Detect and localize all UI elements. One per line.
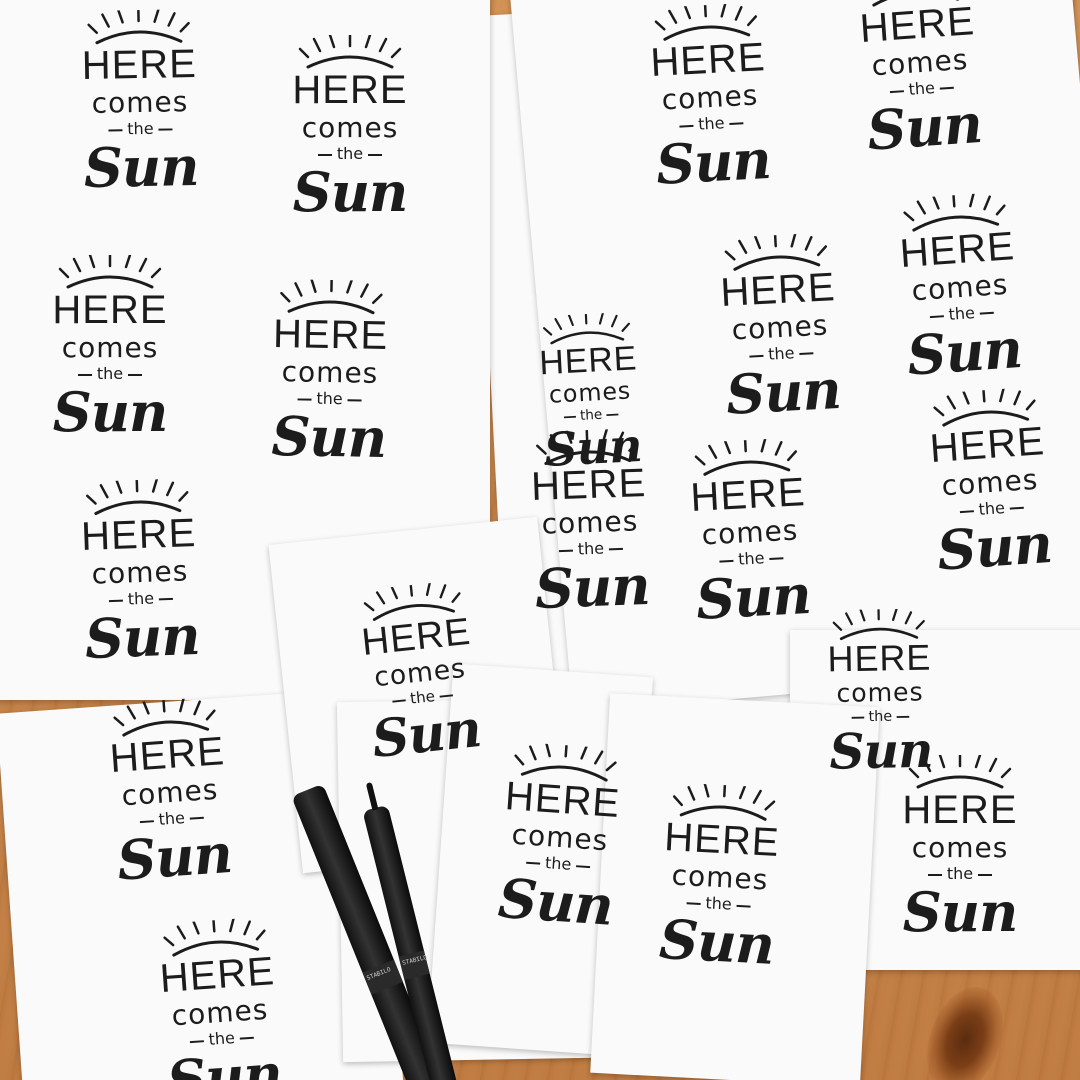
lettering-sun: Sun [292, 160, 409, 224]
lettering-here: HERE [52, 288, 168, 332]
lettering-sun: Sun [865, 90, 984, 163]
pen-brand-label: STABILO [401, 953, 428, 967]
lettering-here: HERE [827, 638, 932, 680]
lettering-sun: Sun [828, 720, 934, 781]
lettering-sun: Sun [724, 356, 843, 427]
wood-knot [913, 976, 1017, 1080]
here-comes-the-sun-lettering: HERE comes the Sun [630, 1, 790, 197]
here-comes-the-sun-lettering: HERE comes the Sun [879, 190, 1042, 388]
lettering-sun: Sun [905, 315, 1024, 388]
lettering-sun: Sun [165, 1040, 284, 1080]
lettering-sun: Sun [902, 880, 1019, 944]
lettering-here: HERE [689, 470, 807, 521]
here-comes-the-sun-lettering: HERE comes the Sun [670, 436, 830, 632]
lettering-sun: Sun [83, 133, 199, 200]
lettering-comes: comes [91, 554, 189, 591]
sun-rays-icon [86, 478, 189, 516]
lettering-here: HERE [158, 949, 277, 1002]
sun-rays-icon [832, 608, 925, 641]
here-comes-the-sun-lettering: HERE comes the Sun [253, 279, 406, 470]
here-comes-the-sun-lettering: HERE comes the Sun [909, 385, 1072, 583]
lettering-comes: comes [836, 676, 924, 709]
sun-rays-icon [58, 255, 162, 289]
lettering-here: HERE [81, 42, 198, 89]
lettering-sun: Sun [271, 403, 387, 470]
here-comes-the-sun-lettering: HERE comes the Sun [479, 740, 642, 938]
lettering-here: HERE [538, 339, 639, 382]
here-comes-the-sun-lettering: HERE comes the Sun [340, 578, 500, 769]
lettering-here: HERE [719, 265, 837, 316]
here-comes-the-sun-lettering: HERE comes the Sun [640, 781, 800, 977]
lettering-sun: Sun [533, 552, 651, 621]
here-comes-the-sun-lettering: HERE comes the Sun [63, 9, 216, 200]
here-comes-the-sun-lettering: HERE comes the Sun [885, 755, 1035, 941]
lettering-sun: Sun [83, 602, 201, 671]
lettering-sun: Sun [52, 380, 169, 444]
lettering-here: HERE [80, 511, 197, 560]
here-comes-the-sun-lettering: HERE comes the Sun [139, 915, 302, 1080]
lettering-here: HERE [530, 461, 647, 510]
sun-rays-icon [87, 9, 190, 45]
lettering-sun: Sun [115, 820, 234, 893]
lettering-here: HERE [898, 224, 1017, 277]
lettering-comes: comes [61, 331, 159, 364]
lettering-here: HERE [902, 788, 1018, 832]
lettering-here: HERE [503, 774, 622, 827]
sun-rays-icon [536, 428, 639, 466]
lettering-comes: comes [911, 831, 1009, 864]
pen-band: STABILO [398, 950, 430, 980]
here-comes-the-sun-lettering: HERE comes the Sun [275, 35, 425, 221]
wooden-table: HERE comes the Sun HERE comes the Sun HERE comes t… [0, 0, 1080, 1080]
lettering-here: HERE [292, 68, 408, 112]
lettering-sun: Sun [496, 865, 615, 938]
lettering-sun: Sun [369, 697, 484, 770]
here-comes-the-sun-lettering: HERE comes the Sun [811, 608, 949, 781]
here-comes-the-sun-lettering: HERE comes the Sun [89, 695, 252, 893]
lettering-sun: Sun [694, 561, 813, 632]
lettering-here: HERE [663, 815, 781, 866]
lettering-here: HERE [649, 35, 767, 86]
sun-rays-icon [298, 35, 402, 69]
here-comes-the-sun-lettering: HERE comes the Sun [512, 427, 668, 621]
lettering-sun: Sun [935, 510, 1054, 583]
pen-brand-label: STABILO [365, 966, 392, 982]
lettering-sun: Sun [654, 126, 773, 197]
here-comes-the-sun-lettering: HERE comes the Sun [700, 231, 860, 427]
here-comes-the-sun-lettering: HERE comes the Sun [62, 477, 218, 671]
lettering-here: HERE [928, 419, 1047, 472]
lettering-here: HERE [272, 312, 389, 359]
lettering-comes: comes [301, 111, 399, 144]
here-comes-the-sun-lettering: HERE comes the Sun [35, 255, 185, 441]
lettering-here: HERE [108, 729, 227, 782]
here-comes-the-sun-lettering: HERE comes the Sun [839, 0, 1002, 163]
lettering-comes: comes [91, 85, 189, 120]
sun-rays-icon [280, 279, 383, 315]
lettering-comes: comes [541, 504, 639, 541]
lettering-sun: Sun [657, 906, 776, 977]
lettering-comes: comes [281, 355, 379, 390]
